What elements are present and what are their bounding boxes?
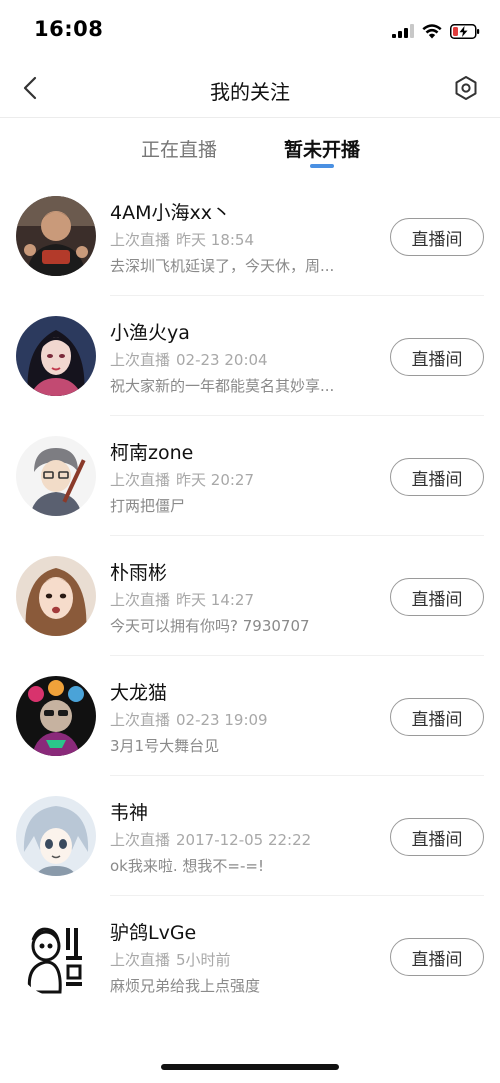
last-live-label: 上次直播 (110, 471, 171, 489)
streamer-description: 麻烦兄弟给我上点强度 (110, 977, 261, 995)
page-title: 我的关注 (210, 80, 290, 104)
streamer-name: 柯南zone (110, 442, 194, 464)
streamer-description: 去深圳飞机延误了，今天休，周... (110, 257, 335, 275)
last-live-label: 上次直播 (110, 951, 171, 969)
signal-icon (392, 24, 414, 38)
streamer-description: 祝大家新的一年都能莫名其妙享... (110, 377, 335, 395)
streamer-name: 小渔火ya (110, 322, 190, 344)
avatar[interactable] (16, 316, 96, 396)
last-live-time: 昨天 18:54 (176, 231, 255, 249)
last-live-time: 02-23 19:09 (176, 711, 268, 729)
streamer-name: 韦神 (110, 802, 149, 824)
status-icons (392, 20, 480, 42)
streamer-name: 大龙猫 (110, 682, 168, 704)
tab-offline[interactable]: 暂未开播 (284, 135, 360, 165)
tab-live[interactable]: 正在直播 (141, 135, 217, 165)
last-live-time: 5小时前 (176, 951, 231, 969)
last-live-label: 上次直播 (110, 351, 171, 369)
last-live-info: 上次直播 昨天 14:27 (110, 589, 254, 610)
home-indicator[interactable] (161, 1064, 339, 1070)
list-item[interactable]: 柯南zone 上次直播 昨天 20:27 打两把僵尸 直播间 (0, 416, 500, 536)
list-item[interactable]: 驴鸽LvGe 上次直播 5小时前 麻烦兄弟给我上点强度 直播间 (0, 896, 500, 1016)
last-live-label: 上次直播 (110, 231, 171, 249)
last-live-info: 上次直播 昨天 18:54 (110, 229, 254, 250)
last-live-info: 上次直播 02-23 20:04 (110, 349, 268, 370)
list-item[interactable]: 4AM小海xx丶 上次直播 昨天 18:54 去深圳飞机延误了，今天休，周... … (0, 176, 500, 296)
last-live-info: 上次直播 昨天 20:27 (110, 469, 254, 490)
list-item[interactable]: 小渔火ya 上次直播 02-23 20:04 祝大家新的一年都能莫名其妙享... … (0, 296, 500, 416)
list-item[interactable]: 朴雨彬 上次直播 昨天 14:27 今天可以拥有你吗? 7930707 直播间 (0, 536, 500, 656)
last-live-label: 上次直播 (110, 591, 171, 609)
live-room-button[interactable]: 直播间 (390, 818, 484, 856)
last-live-info: 上次直播 02-23 19:09 (110, 709, 268, 730)
last-live-time: 02-23 20:04 (176, 351, 268, 369)
battery-charging-icon (450, 23, 480, 39)
avatar[interactable] (16, 196, 96, 276)
tab-bar: 正在直播 暂未开播 (0, 118, 500, 176)
streamer-list: 4AM小海xx丶 上次直播 昨天 18:54 去深圳飞机延误了，今天休，周... … (0, 176, 500, 1016)
live-room-button[interactable]: 直播间 (390, 578, 484, 616)
streamer-description: 打两把僵尸 (110, 497, 186, 515)
live-room-button[interactable]: 直播间 (390, 458, 484, 496)
list-item[interactable]: 大龙猫 上次直播 02-23 19:09 3月1号大舞台见 直播间 (0, 656, 500, 776)
navigation-bar: 我的关注 (0, 58, 500, 118)
live-room-button[interactable]: 直播间 (390, 938, 484, 976)
avatar[interactable] (16, 676, 96, 756)
last-live-label: 上次直播 (110, 711, 171, 729)
streamer-description: 今天可以拥有你吗? 7930707 (110, 617, 310, 635)
list-item[interactable]: 韦神 上次直播 2017-12-05 22:22 ok我来啦. 想我不=-=! 直… (0, 776, 500, 896)
streamer-name: 驴鸽LvGe (110, 922, 197, 944)
streamer-description: 3月1号大舞台见 (110, 737, 220, 755)
last-live-time: 2017-12-05 22:22 (176, 831, 312, 849)
last-live-time: 昨天 20:27 (176, 471, 255, 489)
live-room-button[interactable]: 直播间 (390, 338, 484, 376)
avatar[interactable] (16, 556, 96, 636)
last-live-info: 上次直播 2017-12-05 22:22 (110, 829, 311, 850)
status-time: 16:08 (34, 17, 104, 41)
streamer-name: 朴雨彬 (110, 562, 168, 584)
avatar[interactable] (16, 436, 96, 516)
live-room-button[interactable]: 直播间 (390, 218, 484, 256)
tab-active-indicator (310, 164, 334, 168)
streamer-description: ok我来啦. 想我不=-=! (110, 857, 264, 875)
settings-button[interactable] (446, 68, 486, 108)
last-live-time: 昨天 14:27 (176, 591, 255, 609)
streamer-name: 4AM小海xx丶 (110, 202, 231, 224)
wifi-icon (422, 23, 442, 38)
hexagon-settings-icon (455, 76, 477, 100)
live-room-button[interactable]: 直播间 (390, 698, 484, 736)
status-bar: 16:08 (0, 0, 500, 58)
avatar[interactable] (16, 796, 96, 876)
last-live-info: 上次直播 5小时前 (110, 949, 231, 970)
avatar[interactable] (16, 916, 96, 996)
last-live-label: 上次直播 (110, 831, 171, 849)
